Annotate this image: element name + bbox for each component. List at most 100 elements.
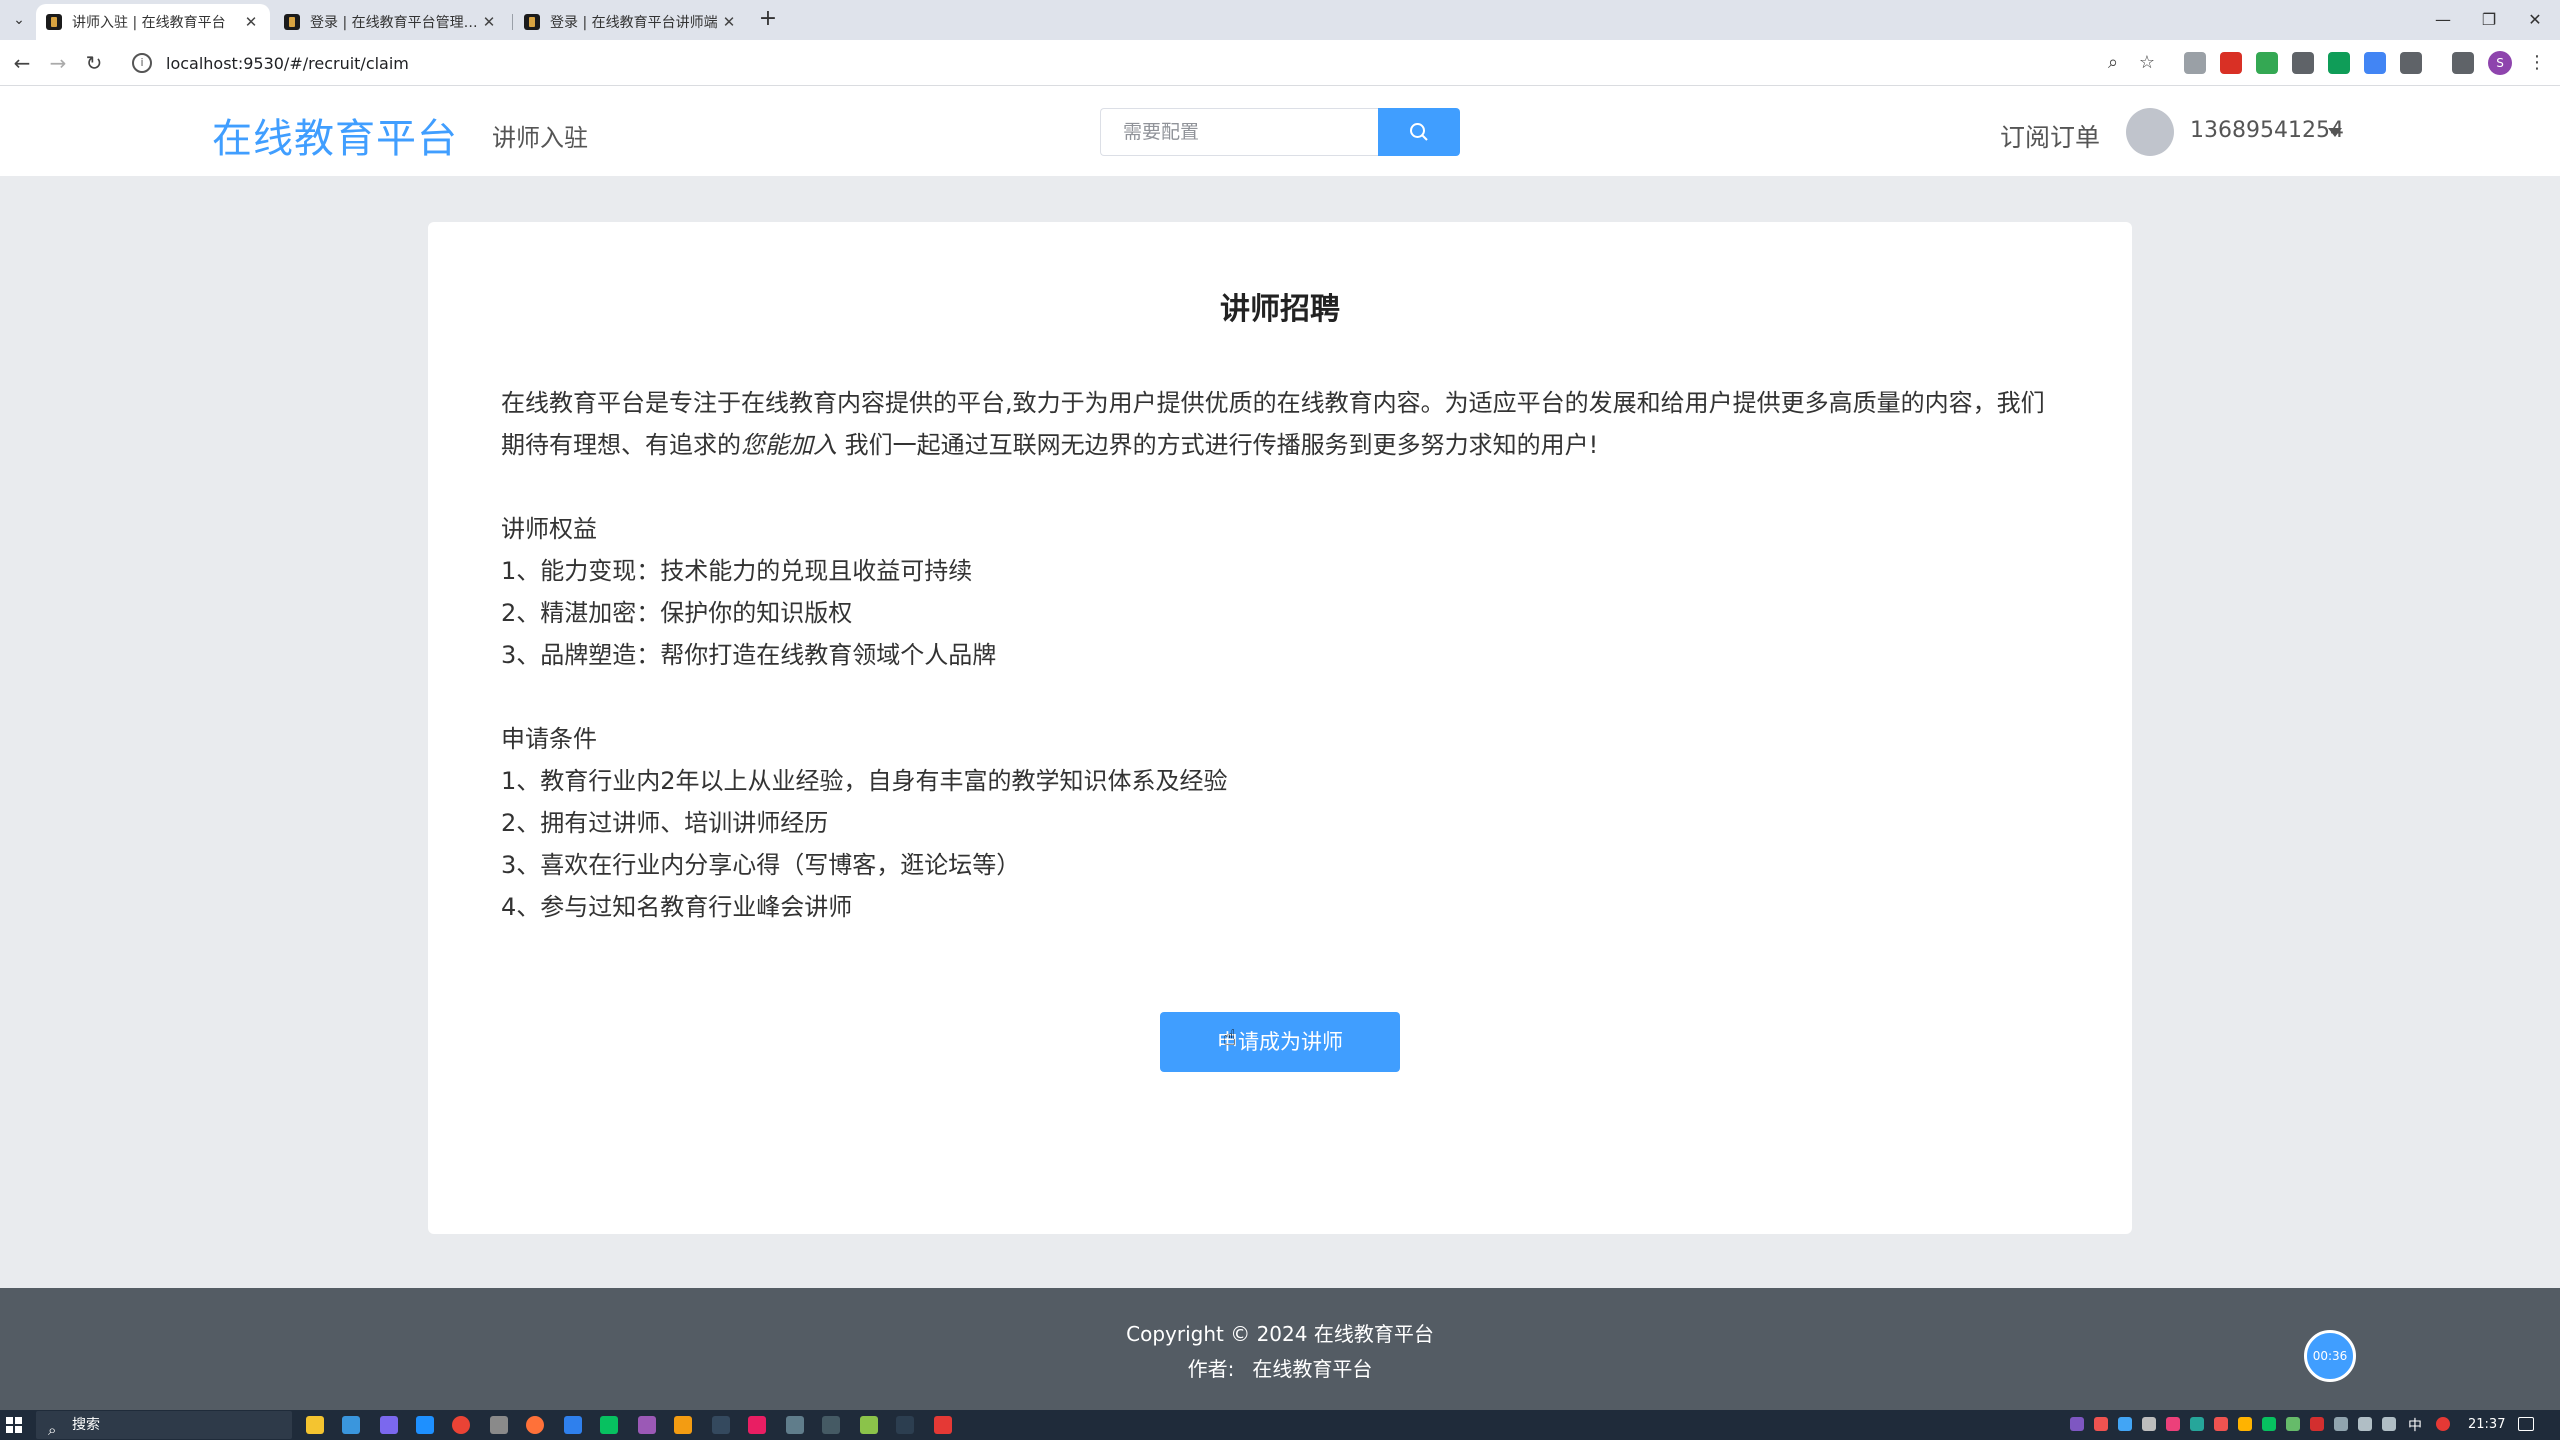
- extensions-puzzle-icon[interactable]: [2400, 52, 2422, 74]
- restore-icon[interactable]: ❐: [2466, 6, 2512, 34]
- wechat-icon[interactable]: [600, 1416, 618, 1434]
- ime-indicator[interactable]: 中: [2408, 1415, 2422, 1435]
- list-item: 1、能力变现：技术能力的兑现且收益可持续: [501, 557, 973, 585]
- tray-icon[interactable]: [2238, 1417, 2252, 1431]
- tray-icon[interactable]: [2310, 1417, 2324, 1431]
- close-icon[interactable]: ✕: [720, 13, 738, 31]
- tray-icon[interactable]: [2094, 1417, 2108, 1431]
- firefox-icon[interactable]: [526, 1416, 544, 1434]
- recording-timer[interactable]: 00:36: [2304, 1330, 2356, 1382]
- windows-start-icon[interactable]: [6, 1417, 22, 1433]
- taskbar-app-icon[interactable]: [934, 1416, 952, 1434]
- tab-search-dropdown-icon[interactable]: ⌄: [8, 10, 30, 30]
- recruit-card: 讲师招聘 在线教育平台是专注于在线教育内容提供的平台,致力于为用户提供优质的在线…: [428, 222, 2132, 1234]
- site-favicon-icon: [284, 14, 300, 30]
- site-favicon-icon: [524, 14, 540, 30]
- browser-tab-strip: ⌄ 讲师入驻 | 在线教育平台 ✕ 登录 | 在线教育平台管理员端 ✕ 登录 |…: [0, 0, 2560, 40]
- url-text[interactable]: localhost:9530/#/recruit/claim: [166, 54, 409, 73]
- mouse-cursor-icon: ☝: [1223, 1026, 1237, 1051]
- minimize-icon[interactable]: —: [2420, 6, 2466, 34]
- close-icon[interactable]: ✕: [480, 13, 498, 31]
- address-bar[interactable]: i localhost:9530/#/recruit/claim: [122, 45, 2172, 81]
- os-taskbar: ⌕ 搜索 中 21:37: [0, 1410, 2560, 1440]
- site-info-icon[interactable]: i: [132, 53, 152, 73]
- taskbar-app-icon[interactable]: [342, 1416, 360, 1434]
- profile-avatar[interactable]: S: [2488, 51, 2512, 75]
- translate-extension-icon[interactable]: [2364, 52, 2386, 74]
- taskbar-app-icon[interactable]: [416, 1416, 434, 1434]
- username[interactable]: 13689541254: [2190, 118, 2344, 143]
- close-icon[interactable]: ✕: [242, 13, 260, 31]
- user-avatar[interactable]: [2126, 108, 2174, 156]
- taskbar-app-icon[interactable]: [712, 1416, 730, 1434]
- list-item: 3、喜欢在行业内分享心得（写博客，逛论坛等）: [501, 851, 1021, 879]
- benefits-section: 讲师权益 1、能力变现：技术能力的兑现且收益可持续 2、精湛加密：保护你的知识版…: [501, 508, 996, 676]
- taskbar-clock[interactable]: 21:37: [2468, 1417, 2505, 1432]
- taskbar-app-icon[interactable]: [822, 1416, 840, 1434]
- author-line: 作者: 在线教育平台: [0, 1353, 2560, 1382]
- settings-icon[interactable]: [490, 1416, 508, 1434]
- author-label: 作者:: [1187, 1357, 1235, 1381]
- taskbar-app-icon[interactable]: [786, 1416, 804, 1434]
- tray-icon[interactable]: [2142, 1417, 2156, 1431]
- taskbar-search[interactable]: ⌕ 搜索: [36, 1411, 292, 1439]
- tab-title: 登录 | 在线教育平台讲师端: [550, 15, 718, 31]
- list-item: 3、品牌塑造：帮你打造在线教育领域个人品牌: [501, 641, 997, 669]
- site-favicon-icon: [46, 14, 62, 30]
- page-title: 讲师招聘: [1220, 292, 1340, 327]
- tray-icon[interactable]: [2166, 1417, 2180, 1431]
- bookmark-star-icon[interactable]: ☆: [2134, 50, 2160, 76]
- nav-link-recruit[interactable]: 讲师入驻: [492, 118, 588, 153]
- taskbar-app-icon[interactable]: [674, 1416, 692, 1434]
- window-close-icon[interactable]: ✕: [2512, 6, 2558, 34]
- tray-icon[interactable]: [2334, 1417, 2348, 1431]
- chrome-icon[interactable]: [452, 1416, 470, 1434]
- taskbar-app-icon[interactable]: [564, 1416, 582, 1434]
- search-input[interactable]: [1100, 108, 1378, 156]
- tray-icon[interactable]: [2436, 1417, 2450, 1431]
- new-tab-icon[interactable]: +: [756, 8, 780, 32]
- site-header: 在线教育平台 讲师入驻 订阅订单 13689541254: [0, 86, 2560, 176]
- tray-icon[interactable]: [2286, 1417, 2300, 1431]
- tray-icon[interactable]: [2190, 1417, 2204, 1431]
- menu-kebab-icon[interactable]: ⋮: [2524, 50, 2550, 76]
- browser-tab-active[interactable]: 讲师入驻 | 在线教育平台 ✕: [36, 4, 270, 40]
- zoom-icon[interactable]: ⌕: [2100, 50, 2126, 76]
- search-button[interactable]: [1378, 108, 1460, 156]
- browser-toolbar: ← → ↻ i localhost:9530/#/recruit/claim ⌕…: [0, 40, 2560, 86]
- shield-extension-icon[interactable]: [2220, 52, 2242, 74]
- copy-extension-icon[interactable]: [2292, 52, 2314, 74]
- notification-icon[interactable]: [2518, 1417, 2534, 1431]
- search-icon: ⌕: [48, 1421, 57, 1439]
- nav-link-orders[interactable]: 订阅订单: [2000, 118, 2100, 154]
- file-explorer-icon[interactable]: [306, 1416, 324, 1434]
- site-footer: Copyright © 2024 在线教育平台 作者: 在线教育平台 00:36: [0, 1288, 2560, 1410]
- browser-tab[interactable]: 登录 | 在线教育平台讲师端 ✕: [514, 4, 748, 40]
- site-logo[interactable]: 在线教育平台: [212, 106, 458, 164]
- tray-icon[interactable]: [2070, 1417, 2084, 1431]
- taskbar-app-icon[interactable]: [860, 1416, 878, 1434]
- back-arrow-icon[interactable]: ←: [8, 49, 36, 77]
- reload-icon[interactable]: ↻: [80, 49, 108, 77]
- tray-wechat-icon[interactable]: [2262, 1417, 2276, 1431]
- lock-extension-icon[interactable]: [2256, 52, 2278, 74]
- apply-instructor-button[interactable]: 申请成为讲师: [1160, 1012, 1400, 1072]
- taskbar-app-icon[interactable]: [638, 1416, 656, 1434]
- forward-arrow-icon[interactable]: →: [44, 49, 72, 77]
- list-item: 2、精湛加密：保护你的知识版权: [501, 599, 853, 627]
- list-item: 4、参与过知名教育行业峰会讲师: [501, 893, 853, 921]
- intro-paragraph: 在线教育平台是专注于在线教育内容提供的平台,致力于为用户提供优质的在线教育内容。…: [501, 382, 2061, 466]
- browser-tab[interactable]: 登录 | 在线教育平台管理员端 ✕: [274, 4, 508, 40]
- network-icon[interactable]: [2358, 1417, 2372, 1431]
- side-panel-icon[interactable]: [2452, 52, 2474, 74]
- tray-icon[interactable]: [2118, 1417, 2132, 1431]
- vue-devtools-icon[interactable]: [2328, 52, 2350, 74]
- tray-icon[interactable]: [2214, 1417, 2228, 1431]
- taskbar-app-icon[interactable]: [380, 1416, 398, 1434]
- volume-icon[interactable]: [2382, 1417, 2396, 1431]
- search-icon: [1410, 123, 1428, 141]
- caret-down-icon[interactable]: [2328, 128, 2342, 137]
- screenshot-extension-icon[interactable]: [2184, 52, 2206, 74]
- taskbar-app-icon[interactable]: [748, 1416, 766, 1434]
- intellij-icon[interactable]: [896, 1416, 914, 1434]
